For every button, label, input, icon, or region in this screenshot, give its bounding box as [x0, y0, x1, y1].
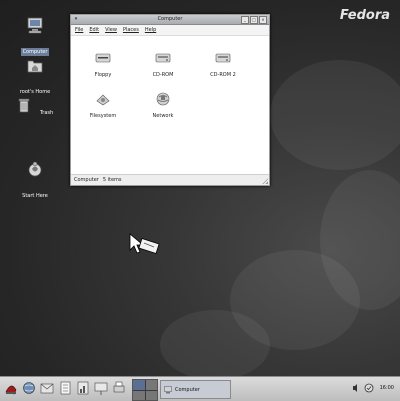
- clock[interactable]: 16:00: [380, 385, 394, 391]
- mouse-cursor: [129, 233, 160, 255]
- fedora-logo: Fedora: [339, 8, 390, 23]
- status-count: 5 items: [102, 177, 122, 183]
- desktop: Fedora Computer root's Home Trash Start …: [0, 0, 400, 376]
- filesystem-icon: [96, 94, 110, 106]
- menu-edit[interactable]: Edit: [89, 27, 99, 33]
- status-bar: Computer 5 items: [71, 174, 269, 185]
- minimize-button[interactable]: _: [241, 16, 249, 24]
- office-calc-icon[interactable]: [76, 380, 90, 396]
- trash-icon: [18, 98, 30, 113]
- desktop-icon-computer[interactable]: Computer: [13, 16, 57, 57]
- office-writer-icon[interactable]: [58, 380, 72, 396]
- wallpaper-petal: [270, 60, 400, 170]
- office-impress-icon[interactable]: [94, 380, 108, 396]
- file-view: Floppy CD-ROM CD-ROM 2 Filesystem Networ…: [71, 36, 269, 176]
- email-icon[interactable]: [40, 380, 54, 396]
- desktop-icon-home[interactable]: root's Home: [13, 56, 57, 97]
- update-notifier-icon[interactable]: [364, 383, 374, 393]
- window-titlebar[interactable]: ▾ Computer _ □ ×: [71, 15, 269, 25]
- system-tray: 16:00: [352, 383, 394, 393]
- window-title: Computer: [157, 16, 183, 22]
- menu-file[interactable]: File: [75, 27, 83, 33]
- workspace-4[interactable]: [145, 390, 157, 400]
- computer-window: ▾ Computer _ □ × File Edit View Places H…: [70, 14, 270, 186]
- home-folder-icon: [27, 60, 43, 73]
- maximize-button[interactable]: □: [250, 16, 258, 24]
- menu-view[interactable]: View: [105, 27, 117, 33]
- volume-icon[interactable]: [352, 383, 358, 393]
- start-here-icon: [28, 161, 42, 177]
- item-network[interactable]: Network: [143, 91, 183, 119]
- workspace-1[interactable]: [133, 380, 145, 390]
- cdrom-drive-icon: [155, 53, 171, 63]
- desktop-icon-start-here[interactable]: Start Here: [13, 160, 57, 201]
- close-button[interactable]: ×: [259, 16, 267, 24]
- workspace-3[interactable]: [133, 390, 145, 400]
- fedora-menu-icon[interactable]: [4, 380, 18, 396]
- menubar: File Edit View Places Help: [71, 25, 269, 36]
- item-filesystem[interactable]: Filesystem: [83, 91, 123, 119]
- floppy-drive-icon: [95, 53, 111, 63]
- taskbar-window-label: Computer: [175, 386, 200, 393]
- item-cdrom-2[interactable]: CD-ROM 2: [203, 50, 243, 78]
- computer-icon: [27, 17, 43, 34]
- computer-icon: [164, 385, 172, 393]
- cdrom-drive-2-icon: [215, 53, 231, 63]
- menu-places[interactable]: Places: [123, 27, 139, 33]
- resize-grip[interactable]: [262, 178, 268, 184]
- item-cdrom[interactable]: CD-ROM: [143, 50, 183, 78]
- wallpaper-petal: [160, 310, 270, 376]
- workspace-switcher: [132, 379, 158, 401]
- print-manager-icon[interactable]: [112, 380, 126, 396]
- item-floppy[interactable]: Floppy: [83, 50, 123, 78]
- taskbar: Computer 16:00: [0, 376, 400, 401]
- status-location: Computer: [74, 177, 99, 183]
- network-icon: [156, 92, 170, 106]
- taskbar-window-button[interactable]: Computer: [160, 380, 231, 399]
- menu-help[interactable]: Help: [145, 27, 156, 33]
- desktop-icon-trash[interactable]: Trash: [13, 96, 57, 118]
- web-browser-icon[interactable]: [22, 380, 36, 396]
- workspace-2[interactable]: [145, 380, 157, 390]
